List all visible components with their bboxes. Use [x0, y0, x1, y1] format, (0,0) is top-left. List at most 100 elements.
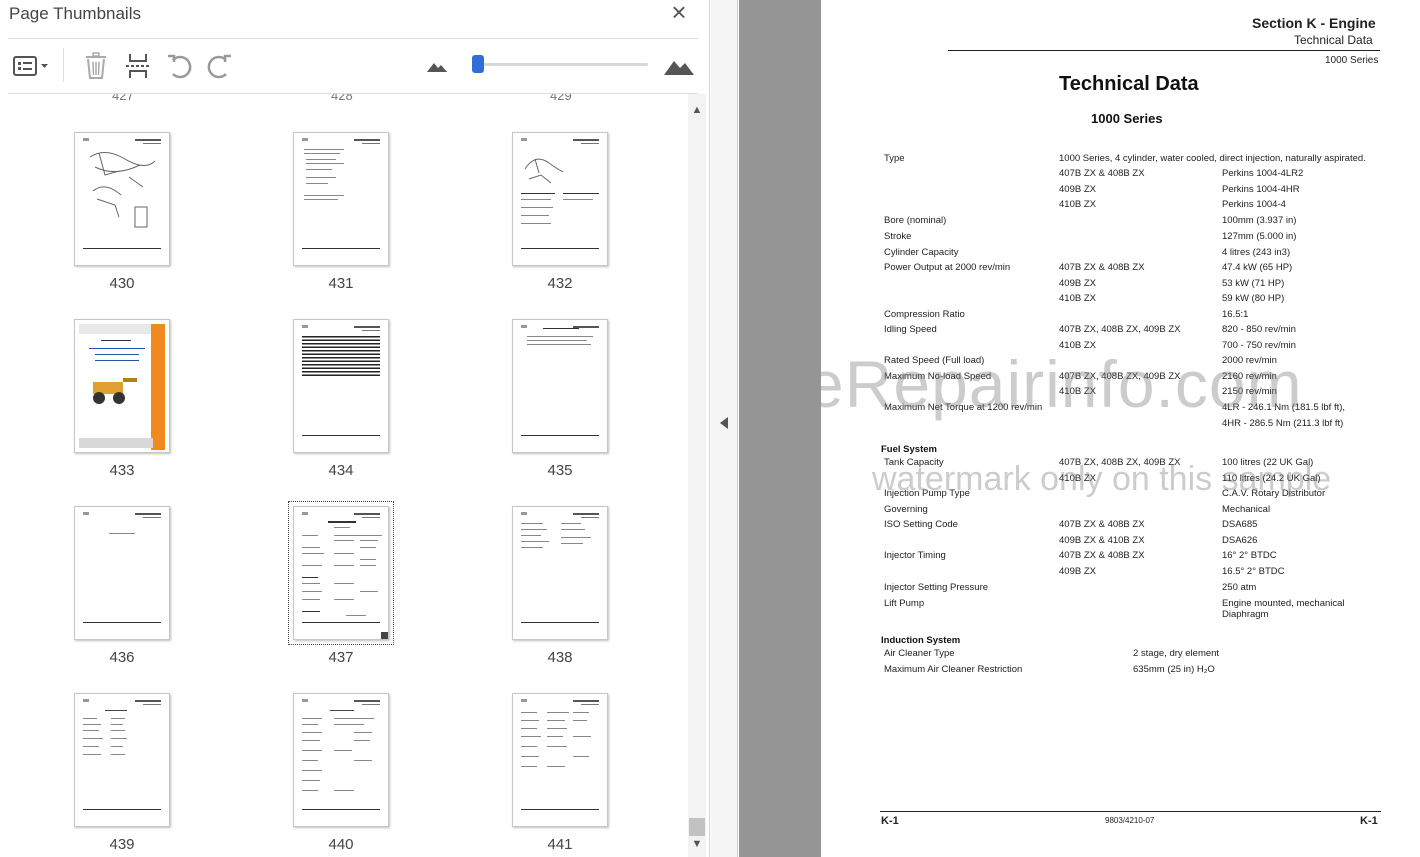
page-thumbnails-panel: Page Thumbnails × 427 428 429 430 431 43… [0, 0, 710, 857]
thumbnail-page-441[interactable]: 441 [500, 693, 620, 853]
spec-value: 820 - 850 rev/min [1222, 324, 1296, 335]
spec-model: 407B ZX & 408B ZX [1059, 519, 1145, 530]
close-panel-button[interactable]: × [666, 0, 692, 26]
page-preview [293, 132, 389, 266]
page-preview [74, 132, 170, 266]
rotate-counterclockwise-button[interactable] [162, 48, 196, 84]
spec-value: DSA685 [1222, 519, 1258, 530]
thumbnail-page-431[interactable]: 431 [281, 132, 401, 292]
section-heading-fuel: Fuel System [881, 444, 937, 455]
page-preview [512, 319, 608, 453]
thumbnail-page-437-selected[interactable]: 437 [281, 501, 401, 666]
thumbnail-label-partial: 427 [112, 94, 134, 102]
collapse-panel-arrow-icon[interactable] [720, 417, 728, 429]
rotate-clockwise-button[interactable] [203, 48, 237, 84]
spec-model: 407B ZX & 408B ZX [1059, 262, 1145, 273]
watermark-text: eRepairinfo.com [821, 347, 1303, 421]
spec-value: 47.4 kW (65 HP) [1222, 262, 1293, 273]
section-header: Section K - Engine [1252, 15, 1376, 31]
zoom-in-thumbnails-button[interactable] [662, 48, 696, 84]
page-subtitle: 1000 Series [1091, 111, 1163, 126]
thumbnail-label: 438 [547, 649, 573, 666]
spec-value: 59 kW (80 HP) [1222, 293, 1285, 304]
delete-pages-button[interactable] [80, 48, 112, 84]
spec-label: Bore (nominal) [884, 215, 947, 226]
spec-model: 409B ZX & 410B ZX [1059, 535, 1145, 546]
rotate-cw-icon [207, 54, 231, 79]
spec-value: Perkins 1004-4HR [1222, 184, 1300, 195]
page-title: Technical Data [1059, 73, 1199, 95]
thumbnail-page-440[interactable]: 440 [281, 693, 401, 853]
options-list-icon [13, 56, 48, 76]
thumbnail-label: 433 [109, 462, 135, 479]
thumbnail-page-432[interactable]: 432 [500, 132, 620, 292]
mountain-small-icon [427, 63, 447, 72]
page-preview [512, 132, 608, 266]
spec-model: 407B ZX, 408B ZX, 409B ZX [1059, 324, 1181, 335]
watermark-caption: watermark only on this sample [872, 460, 1332, 498]
thumbnail-label: 434 [328, 462, 354, 479]
thumbnail-page-438[interactable]: 438 [500, 506, 620, 666]
spec-value: 127mm (5.000 in) [1222, 231, 1297, 242]
spec-value: 2 stage, dry element [1133, 648, 1220, 659]
spec-model: 410B ZX [1059, 199, 1096, 210]
thumbnail-page-434[interactable]: 434 [281, 319, 401, 479]
spec-model: 407B ZX & 408B ZX [1059, 168, 1145, 179]
spec-label: Injector Timing [884, 550, 946, 561]
thumbnail-label: 432 [547, 275, 573, 292]
thumbnail-label: 441 [547, 836, 573, 853]
scroll-up-arrow-icon[interactable]: ▲ [688, 104, 706, 118]
panel-title: Page Thumbnails [9, 4, 141, 23]
thumbnail-page-433[interactable]: 433 [62, 319, 182, 479]
spec-value: 16° 2° BTDC [1222, 550, 1277, 561]
app-window: Page Thumbnails × 427 428 429 430 431 43… [0, 0, 1420, 857]
spec-value: 16.5:1 [1222, 309, 1249, 320]
spec-value: Engine mounted, mechanical [1222, 598, 1345, 609]
thumbnail-page-436[interactable]: 436 [62, 506, 182, 666]
thumbnail-label: 436 [109, 649, 135, 666]
spec-label: Compression Ratio [884, 309, 965, 320]
spec-label: Power Output at 2000 rev/min [884, 262, 1011, 273]
thumbnail-label: 437 [328, 649, 354, 666]
insert-pages-button[interactable] [121, 48, 155, 84]
spec-model: 409B ZX [1059, 278, 1096, 289]
footer-rule [880, 811, 1381, 812]
spec-value: 250 atm [1222, 582, 1257, 593]
scroll-down-arrow-icon[interactable]: ▼ [688, 838, 706, 852]
thumbnail-page-435[interactable]: 435 [500, 319, 620, 479]
spec-label: Lift Pump [884, 598, 925, 609]
thumbnail-options-button[interactable] [8, 48, 54, 84]
spec-value: Perkins 1004-4 [1222, 199, 1286, 210]
thumbnail-size-slider-handle[interactable] [472, 55, 484, 73]
page-preview [288, 501, 394, 645]
spec-label: Stroke [884, 231, 912, 242]
page-preview [293, 319, 389, 453]
mountain-large-icon [664, 61, 694, 75]
thumbnail-list: 427 428 429 430 431 432 433 434 435 436 … [8, 94, 688, 857]
spec-model: 409B ZX [1059, 566, 1096, 577]
thumbnail-label: 440 [328, 836, 354, 853]
thumbnail-page-430[interactable]: 430 [62, 132, 182, 292]
zoom-out-thumbnails-button[interactable] [424, 48, 450, 84]
spec-label: Idling Speed [884, 324, 937, 335]
spec-value: 100mm (3.937 in) [1222, 215, 1297, 226]
thumbnail-label-partial: 428 [331, 94, 353, 102]
section-series: 1000 Series [1325, 55, 1379, 66]
thumbnail-label-partial: 429 [550, 94, 572, 102]
spec-model: 409B ZX [1059, 184, 1096, 195]
page-preview [74, 506, 170, 640]
thumbnail-page-439[interactable]: 439 [62, 693, 182, 853]
trash-icon [86, 52, 106, 79]
spec-value: DSA626 [1222, 535, 1258, 546]
document-page: Section K - Engine Technical Data 1000 S… [821, 0, 1420, 857]
section-heading-induction: Induction System [881, 635, 961, 646]
thumbnail-label: 439 [109, 836, 135, 853]
spec-value: 4 litres (243 in3) [1222, 247, 1291, 258]
footer-page-left: K-1 [881, 815, 899, 827]
thumbnail-scrollbar[interactable] [688, 94, 706, 857]
spec-label: ISO Setting Code [884, 519, 958, 530]
header-rule [948, 50, 1380, 51]
thumbnail-scrollbar-thumb[interactable] [689, 818, 705, 836]
spec-value: 53 kW (71 HP) [1222, 278, 1285, 289]
thumbnail-size-slider[interactable] [478, 63, 648, 66]
